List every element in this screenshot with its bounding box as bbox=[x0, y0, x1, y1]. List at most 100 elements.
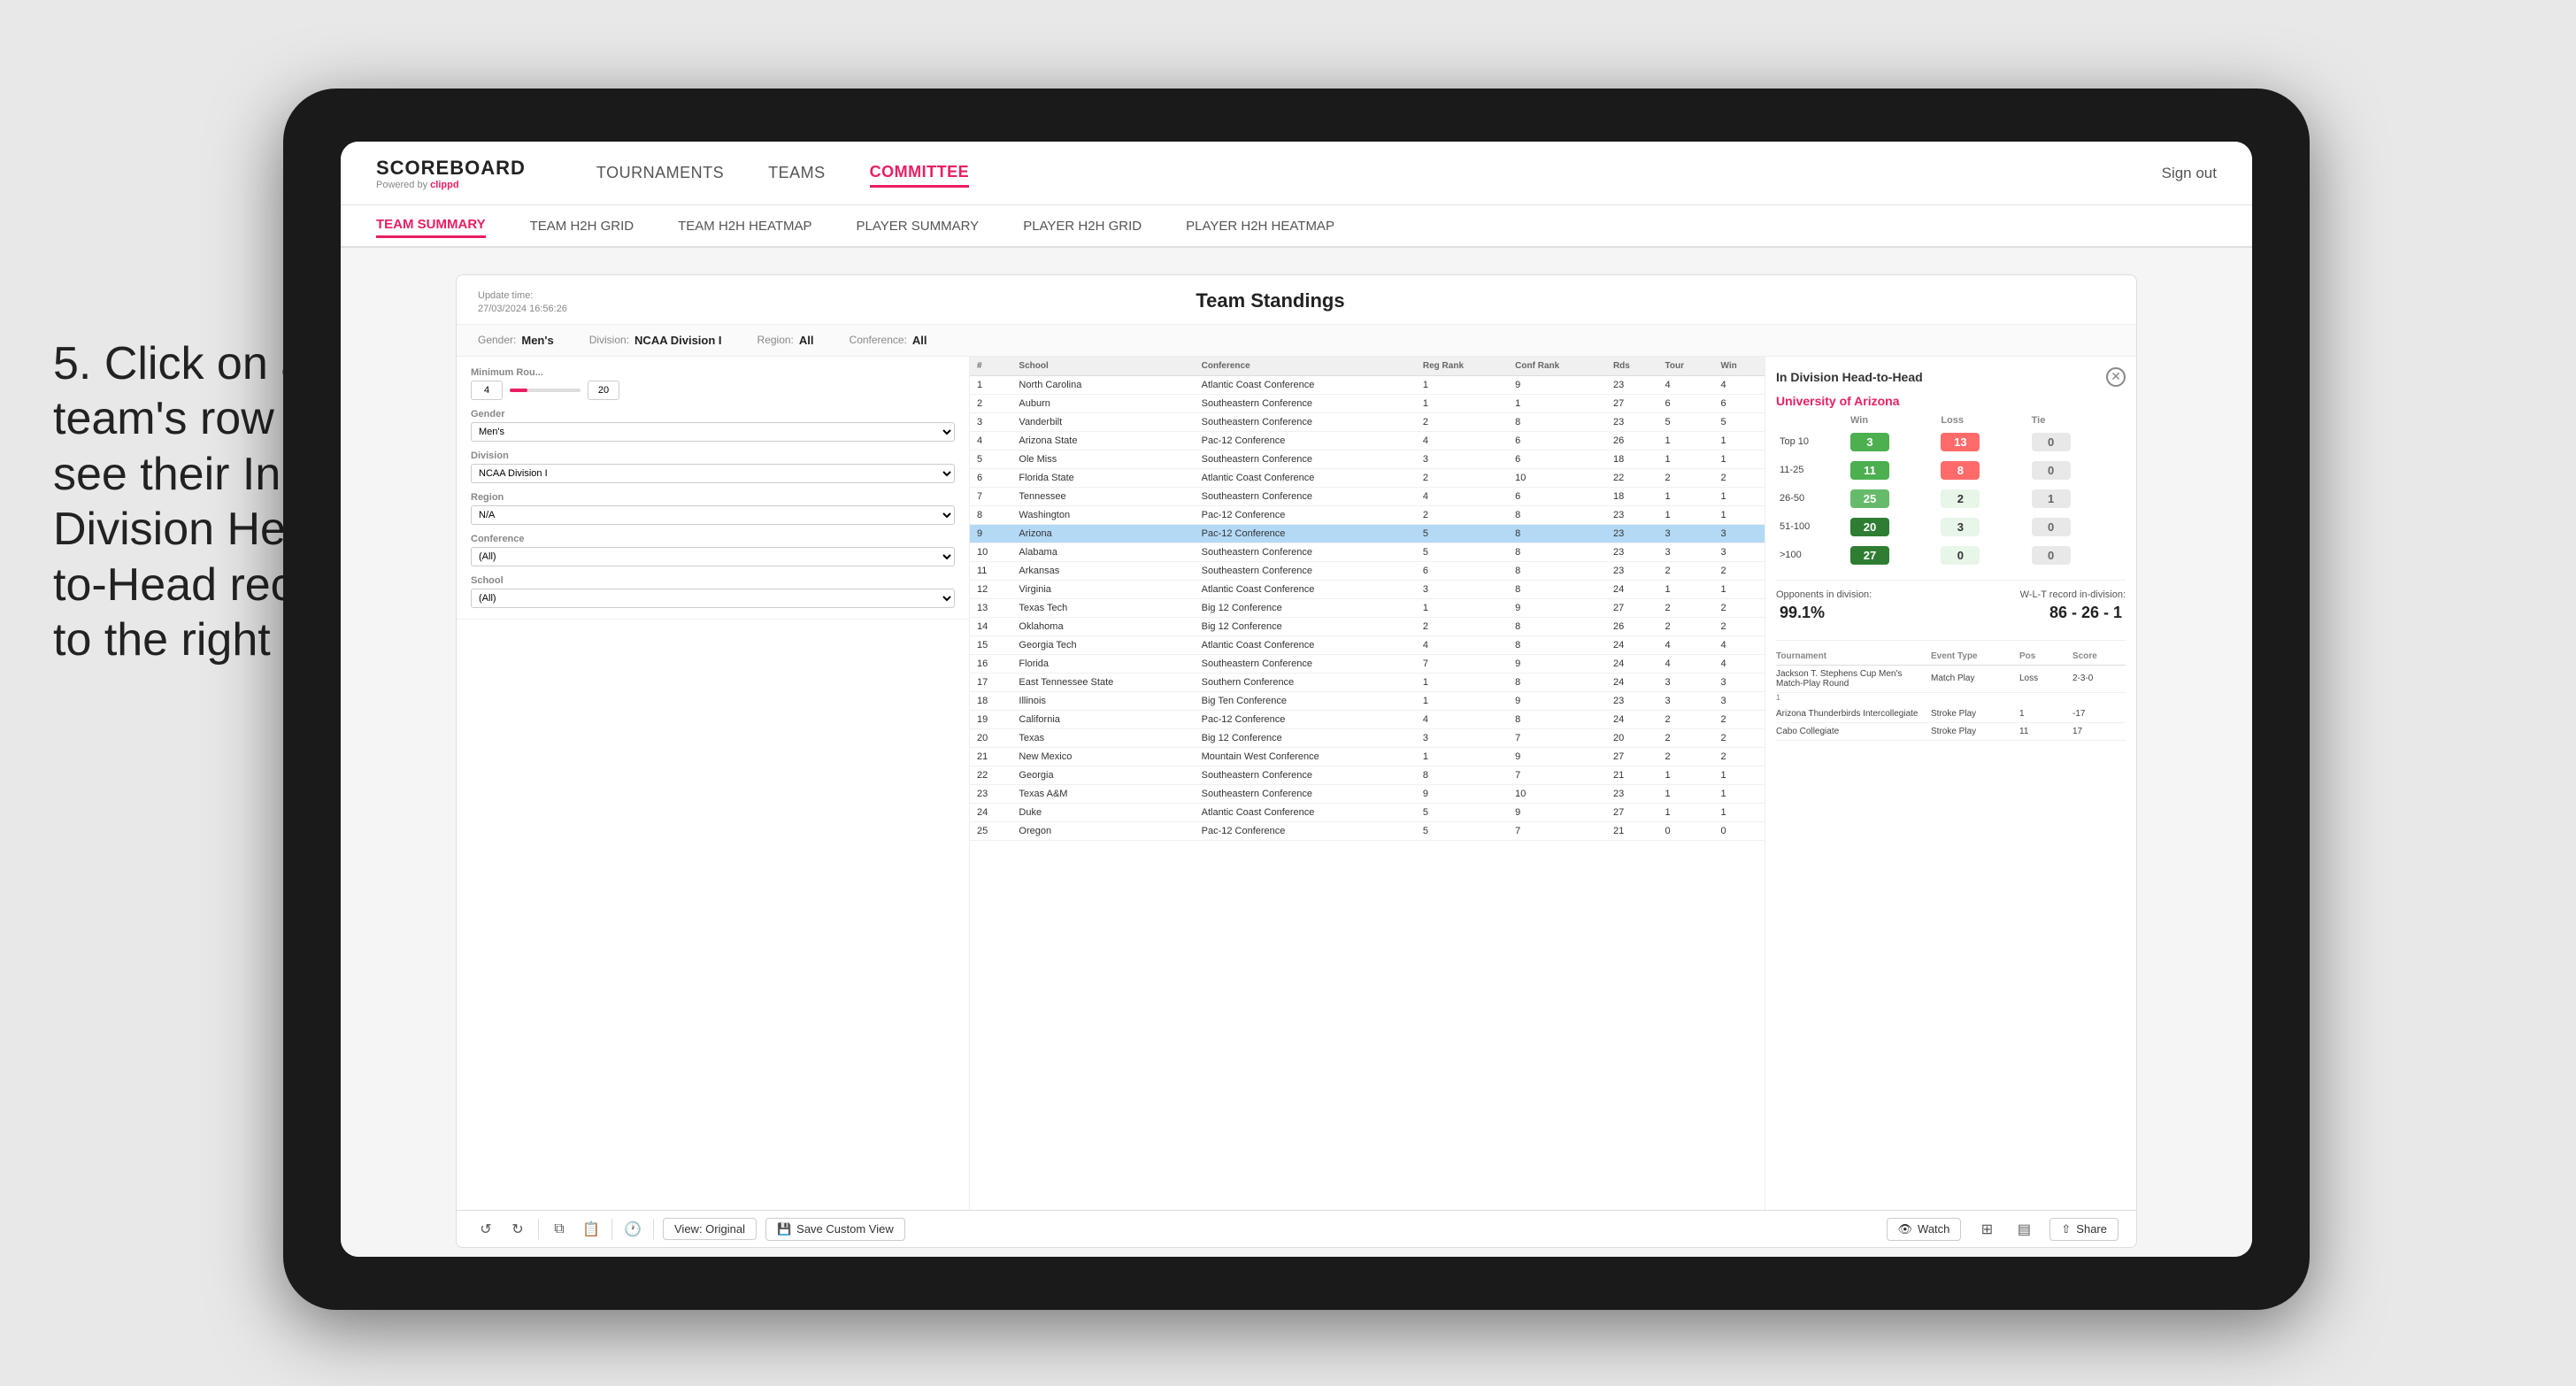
cell-conf-rank: 10 bbox=[1508, 784, 1606, 803]
table-row[interactable]: 7 Tennessee Southeastern Conference 4 6 … bbox=[970, 487, 1765, 505]
cell-reg-rank: 3 bbox=[1416, 450, 1508, 468]
table-row[interactable]: 10 Alabama Southeastern Conference 5 8 2… bbox=[970, 543, 1765, 561]
cell-conf-rank: 8 bbox=[1508, 412, 1606, 431]
table-row[interactable]: 9 Arizona Pac-12 Conference 5 8 23 3 3 bbox=[970, 524, 1765, 543]
h2h-tie-top10: 0 bbox=[2032, 433, 2071, 451]
cell-school: Illinois bbox=[1011, 691, 1194, 710]
table-row[interactable]: 8 Washington Pac-12 Conference 2 8 23 1 … bbox=[970, 505, 1765, 524]
tournaments-section: Tournament Event Type Pos Score Jackson … bbox=[1776, 650, 2126, 1199]
table-row[interactable]: 13 Texas Tech Big 12 Conference 1 9 27 2… bbox=[970, 598, 1765, 617]
tab-team-h2h-grid[interactable]: TEAM H2H GRID bbox=[530, 215, 634, 237]
cell-conf-rank: 8 bbox=[1508, 505, 1606, 524]
watch-button[interactable]: 👁 Watch bbox=[1887, 1218, 1962, 1241]
division-select[interactable]: NCAA Division I bbox=[471, 464, 955, 483]
table-row[interactable]: 14 Oklahoma Big 12 Conference 2 8 26 2 2 bbox=[970, 617, 1765, 635]
cell-num: 3 bbox=[970, 412, 1011, 431]
app-title: SCOREBOARD bbox=[376, 157, 526, 180]
t1-result: Loss bbox=[2019, 674, 2072, 683]
table-row[interactable]: 16 Florida Southeastern Conference 7 9 2… bbox=[970, 654, 1765, 673]
th-rds: Rds bbox=[1606, 357, 1658, 376]
copy-icon[interactable]: ⧉ bbox=[548, 1218, 571, 1241]
gender-filter-label: Gender bbox=[471, 409, 955, 420]
cell-num: 23 bbox=[970, 784, 1011, 803]
table-row[interactable]: 3 Vanderbilt Southeastern Conference 2 8… bbox=[970, 412, 1765, 431]
cell-win: 1 bbox=[1713, 487, 1765, 505]
table-row[interactable]: 11 Arkansas Southeastern Conference 6 8 … bbox=[970, 561, 1765, 580]
table-row[interactable]: 22 Georgia Southeastern Conference 8 7 2… bbox=[970, 766, 1765, 784]
cell-win: 3 bbox=[1713, 524, 1765, 543]
rou-slider-track[interactable] bbox=[510, 389, 581, 392]
cell-rds: 23 bbox=[1606, 543, 1658, 561]
h2h-close-button[interactable]: ✕ bbox=[2106, 367, 2126, 387]
table-row[interactable]: 25 Oregon Pac-12 Conference 5 7 21 0 0 bbox=[970, 821, 1765, 840]
tab-player-summary[interactable]: PLAYER SUMMARY bbox=[857, 215, 980, 237]
th-school: School bbox=[1011, 357, 1194, 376]
table-row[interactable]: 19 California Pac-12 Conference 4 8 24 2… bbox=[970, 710, 1765, 728]
view-original-button[interactable]: View: Original bbox=[663, 1218, 757, 1240]
min-rou-input2[interactable] bbox=[588, 381, 619, 400]
table-row[interactable]: 24 Duke Atlantic Coast Conference 5 9 27… bbox=[970, 803, 1765, 821]
nav-committee[interactable]: COMMITTEE bbox=[870, 159, 970, 188]
outer-wrapper: 5. Click on a team's row to see their In… bbox=[0, 0, 2576, 1386]
cell-school: Oklahoma bbox=[1011, 617, 1194, 635]
paste-icon[interactable]: 📋 bbox=[580, 1218, 603, 1241]
cell-conf: Southeastern Conference bbox=[1195, 561, 1416, 580]
table-row[interactable]: 20 Texas Big 12 Conference 3 7 20 2 2 bbox=[970, 728, 1765, 747]
cell-reg-rank: 2 bbox=[1416, 468, 1508, 487]
grid-icon[interactable]: ⊞ bbox=[1975, 1218, 1998, 1241]
cell-conf: Southeastern Conference bbox=[1195, 394, 1416, 412]
cell-tour: 1 bbox=[1658, 803, 1714, 821]
cell-conf: Big 12 Conference bbox=[1195, 598, 1416, 617]
nav-teams[interactable]: TEAMS bbox=[768, 160, 826, 186]
watch-label: Watch bbox=[1918, 1222, 1949, 1236]
cell-reg-rank: 1 bbox=[1416, 747, 1508, 766]
conference-select[interactable]: (All) bbox=[471, 547, 955, 566]
cell-tour: 2 bbox=[1658, 598, 1714, 617]
redo-icon[interactable]: ↻ bbox=[506, 1218, 529, 1241]
region-filter-display: Region: All bbox=[757, 334, 814, 347]
gender-select[interactable]: Men's bbox=[471, 422, 955, 442]
cell-win: 0 bbox=[1713, 821, 1765, 840]
cell-conf-rank: 8 bbox=[1508, 710, 1606, 728]
cell-rds: 23 bbox=[1606, 784, 1658, 803]
nav-tournaments[interactable]: TOURNAMENTS bbox=[596, 160, 724, 186]
min-rou-input1[interactable] bbox=[471, 381, 503, 400]
cell-conf: Atlantic Coast Conference bbox=[1195, 375, 1416, 394]
table-row[interactable]: 2 Auburn Southeastern Conference 1 1 27 … bbox=[970, 394, 1765, 412]
table-row[interactable]: 18 Illinois Big Ten Conference 1 9 23 3 … bbox=[970, 691, 1765, 710]
tab-team-summary[interactable]: TEAM SUMMARY bbox=[376, 213, 486, 238]
table-row[interactable]: 23 Texas A&M Southeastern Conference 9 1… bbox=[970, 784, 1765, 803]
division-filter: Division NCAA Division I bbox=[471, 450, 955, 483]
tablet-frame: SCOREBOARD Powered by clippd TOURNAMENTS… bbox=[283, 89, 2310, 1310]
main-content: Update time: 27/03/2024 16:56:26 Team St… bbox=[341, 248, 2252, 1257]
cell-rds: 23 bbox=[1606, 375, 1658, 394]
tab-player-h2h-heatmap[interactable]: PLAYER H2H HEATMAP bbox=[1186, 215, 1334, 237]
school-select[interactable]: (All) bbox=[471, 589, 955, 608]
cell-conf-rank: 9 bbox=[1508, 691, 1606, 710]
tab-team-h2h-heatmap[interactable]: TEAM H2H HEATMAP bbox=[678, 215, 811, 237]
sign-out-button[interactable]: Sign out bbox=[2162, 165, 2217, 182]
undo-icon[interactable]: ↺ bbox=[474, 1218, 497, 1241]
layout-icon[interactable]: ▤ bbox=[2012, 1218, 2035, 1241]
region-select[interactable]: N/A bbox=[471, 505, 955, 525]
table-row[interactable]: 21 New Mexico Mountain West Conference 1… bbox=[970, 747, 1765, 766]
h2h-win-top10: 3 bbox=[1850, 433, 1889, 451]
cell-win: 1 bbox=[1713, 580, 1765, 598]
clock-icon[interactable]: 🕐 bbox=[621, 1218, 644, 1241]
cell-conf: Southeastern Conference bbox=[1195, 487, 1416, 505]
cell-conf: Southeastern Conference bbox=[1195, 412, 1416, 431]
table-row[interactable]: 12 Virginia Atlantic Coast Conference 3 … bbox=[970, 580, 1765, 598]
table-row[interactable]: 4 Arizona State Pac-12 Conference 4 6 26… bbox=[970, 431, 1765, 450]
table-row[interactable]: 15 Georgia Tech Atlantic Coast Conferenc… bbox=[970, 635, 1765, 654]
table-row[interactable]: 17 East Tennessee State Southern Confere… bbox=[970, 673, 1765, 691]
save-custom-button[interactable]: 💾 Save Custom View bbox=[765, 1218, 905, 1241]
share-button[interactable]: ⇧ Share bbox=[2049, 1218, 2118, 1241]
cell-num: 11 bbox=[970, 561, 1011, 580]
table-row[interactable]: 5 Ole Miss Southeastern Conference 3 6 1… bbox=[970, 450, 1765, 468]
tab-player-h2h-grid[interactable]: PLAYER H2H GRID bbox=[1023, 215, 1142, 237]
dashboard-card: Update time: 27/03/2024 16:56:26 Team St… bbox=[456, 274, 2137, 1248]
h2h-label-top10: Top 10 bbox=[1780, 436, 1850, 447]
standings-table-area[interactable]: # School Conference Reg Rank Conf Rank R… bbox=[970, 357, 1765, 1210]
table-row[interactable]: 1 North Carolina Atlantic Coast Conferen… bbox=[970, 375, 1765, 394]
table-row[interactable]: 6 Florida State Atlantic Coast Conferenc… bbox=[970, 468, 1765, 487]
